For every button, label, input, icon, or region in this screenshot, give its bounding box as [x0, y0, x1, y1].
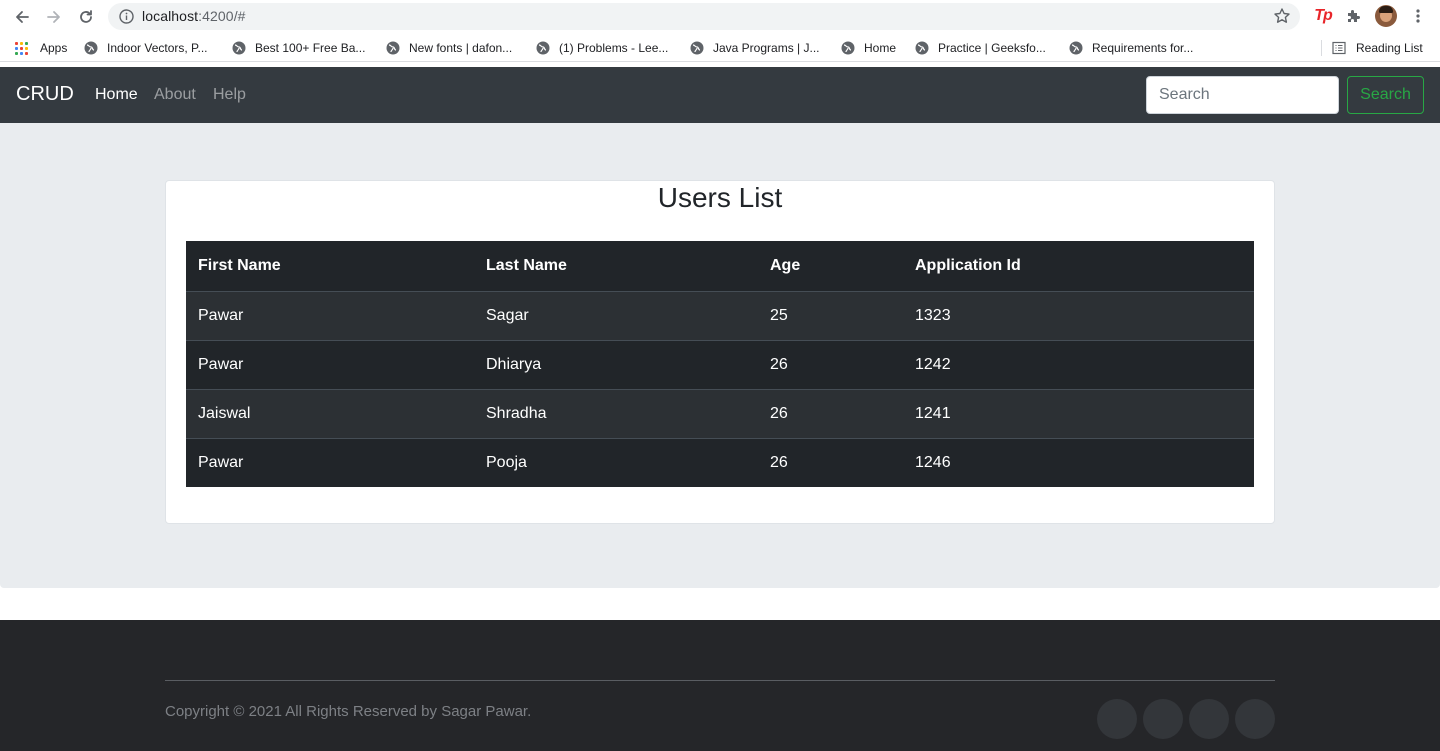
app-navbar: CRUD Home About Help Search	[0, 67, 1440, 123]
bookmark-item[interactable]: (1) Problems - Lee...	[536, 40, 668, 56]
cell-first-name: Jaiswal	[198, 404, 251, 422]
bookmark-item[interactable]: Requirements for...	[1069, 40, 1193, 56]
table-header-row: First Name Last Name Age Application Id	[186, 241, 1254, 292]
table-row: Pawar Sagar 25 1323	[186, 291, 1254, 340]
nav-link-help[interactable]: Help	[213, 86, 246, 104]
puzzle-extensions-icon[interactable]	[1344, 6, 1364, 26]
cell-age: 26	[770, 355, 788, 373]
brand-logo[interactable]: CRUD	[16, 83, 74, 106]
tp-extension-icon[interactable]: Tp	[1312, 6, 1334, 26]
back-arrow-icon[interactable]	[10, 5, 34, 29]
bookmark-apps[interactable]: Apps	[15, 40, 67, 56]
page-footer: Copyright © 2021 All Rights Reserved by …	[0, 620, 1440, 751]
globe-icon	[690, 41, 704, 55]
browser-toolbar: localhost:4200/# Tp	[0, 0, 1440, 34]
reading-list-icon	[1332, 41, 1346, 55]
cell-application-id: 1242	[915, 355, 951, 373]
cell-last-name: Shradha	[486, 404, 547, 422]
site-info-icon[interactable]	[118, 8, 135, 25]
social-link-1[interactable]	[1097, 699, 1137, 739]
table-row: Pawar Pooja 26 1246	[186, 438, 1254, 487]
search-input[interactable]	[1146, 76, 1339, 114]
bookmarks-divider	[1321, 40, 1322, 56]
bookmarks-bar: Apps Indoor Vectors, P... Best 100+ Free…	[0, 34, 1440, 62]
column-header-first-name: First Name	[186, 241, 474, 292]
url-text: localhost:4200/#	[142, 8, 246, 24]
copyright-text: Copyright © 2021 All Rights Reserved by …	[165, 703, 532, 720]
cell-first-name: Pawar	[198, 355, 244, 373]
globe-icon	[84, 41, 98, 55]
cell-age: 26	[770, 453, 788, 471]
cell-first-name: Pawar	[198, 306, 244, 324]
forward-arrow-icon[interactable]	[42, 5, 66, 29]
bookmark-item[interactable]: Indoor Vectors, P...	[84, 40, 208, 56]
bookmark-item[interactable]: New fonts | dafon...	[386, 40, 512, 56]
address-bar[interactable]: localhost:4200/#	[108, 3, 1300, 30]
globe-icon	[841, 41, 855, 55]
social-link-3[interactable]	[1189, 699, 1229, 739]
users-table: First Name Last Name Age Application Id …	[186, 241, 1254, 487]
globe-icon	[915, 41, 929, 55]
bookmark-star-icon[interactable]	[1273, 7, 1291, 25]
globe-icon	[386, 41, 400, 55]
footer-divider	[165, 680, 1275, 681]
bookmark-item[interactable]: Best 100+ Free Ba...	[232, 40, 365, 56]
bookmark-item[interactable]: Java Programs | J...	[690, 40, 819, 56]
cell-last-name: Pooja	[486, 453, 527, 471]
social-link-2[interactable]	[1143, 699, 1183, 739]
cell-age: 26	[770, 404, 788, 422]
cell-application-id: 1246	[915, 453, 951, 471]
apps-grid-icon	[15, 41, 28, 55]
main-content: Users List First Name Last Name Age Appl…	[0, 123, 1440, 588]
bookmark-item[interactable]: Home	[841, 40, 896, 56]
cell-last-name: Sagar	[486, 306, 529, 324]
bookmark-item[interactable]: Practice | Geeksfo...	[915, 40, 1046, 56]
table-row: Jaiswal Shradha 26 1241	[186, 389, 1254, 438]
search-button[interactable]: Search	[1347, 76, 1424, 114]
cell-age: 25	[770, 306, 788, 324]
reading-list-button[interactable]: Reading List	[1332, 40, 1423, 56]
table-row: Pawar Dhiarya 26 1242	[186, 340, 1254, 389]
globe-icon	[1069, 41, 1083, 55]
cell-application-id: 1323	[915, 306, 951, 324]
nav-link-about[interactable]: About	[154, 86, 196, 104]
page-title: Users List	[657, 182, 783, 213]
reload-icon[interactable]	[74, 5, 98, 29]
cell-first-name: Pawar	[198, 453, 244, 471]
profile-avatar[interactable]	[1375, 5, 1397, 27]
column-header-last-name: Last Name	[474, 241, 758, 292]
column-header-application-id: Application Id	[903, 241, 1254, 292]
column-header-age: Age	[758, 241, 903, 292]
globe-icon	[536, 41, 550, 55]
globe-icon	[232, 41, 246, 55]
more-menu-icon[interactable]	[1410, 6, 1426, 26]
users-card: Users List First Name Last Name Age Appl…	[165, 180, 1275, 524]
nav-link-home[interactable]: Home	[95, 86, 138, 104]
social-link-4[interactable]	[1235, 699, 1275, 739]
cell-application-id: 1241	[915, 404, 951, 422]
cell-last-name: Dhiarya	[486, 355, 542, 373]
